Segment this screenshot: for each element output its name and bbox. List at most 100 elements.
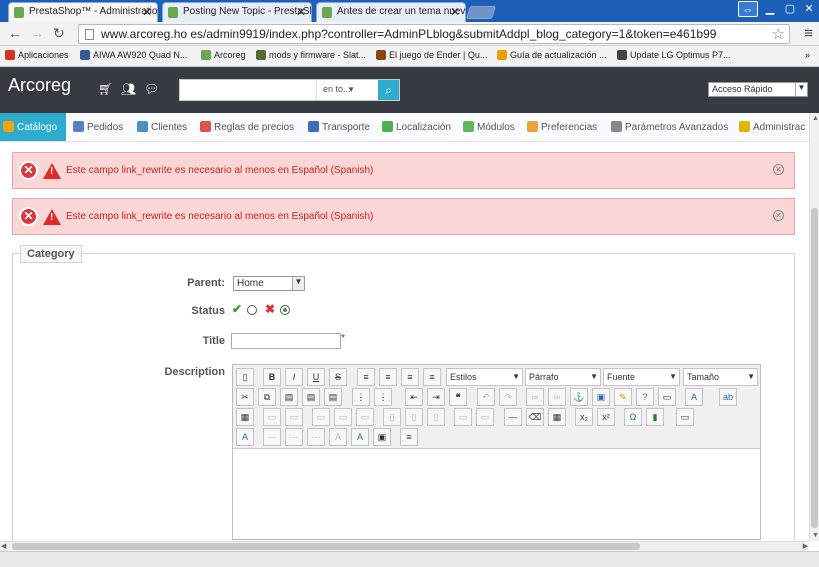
align-center-icon[interactable]: ≡	[379, 368, 397, 386]
minimize-icon[interactable]: ▁	[760, 1, 780, 17]
split-cells-icon[interactable]: ▭	[454, 408, 472, 426]
cart-icon[interactable]: 🛒︎	[98, 82, 113, 96]
parent-select[interactable]: Home ▼	[233, 276, 305, 291]
browser-tab-posting[interactable]: Posting New Topic - PrestaSh ✕	[162, 2, 312, 22]
scroll-down-icon[interactable]: ▼	[812, 532, 819, 539]
help-icon[interactable]: ?	[636, 388, 654, 406]
redo-icon[interactable]: ↷	[499, 388, 517, 406]
merge-cells-icon[interactable]: ▭	[476, 408, 494, 426]
text-color-icon[interactable]: A	[685, 388, 703, 406]
align-justify-icon[interactable]: ≡	[423, 368, 441, 386]
superscript-icon[interactable]: x²	[597, 408, 615, 426]
media-icon[interactable]: ▮	[646, 408, 664, 426]
bookmark-guia[interactable]: Guía de actualización ...	[497, 50, 607, 60]
status-enabled-radio[interactable]	[247, 305, 257, 315]
maximize-icon[interactable]: ▢	[780, 1, 800, 17]
visual-aid-icon[interactable]: ▦	[548, 408, 566, 426]
indent-icon[interactable]: ⇥	[427, 388, 445, 406]
bookmark-star-icon[interactable]: ☆	[772, 25, 785, 43]
paste-word-icon[interactable]: ▤	[324, 388, 342, 406]
cleanup-icon[interactable]: ✎	[614, 388, 632, 406]
remove-format-icon[interactable]: ⌫	[526, 408, 544, 426]
image-icon[interactable]: ▣	[592, 388, 610, 406]
styles-dropdown[interactable]: Estilos ▼	[446, 368, 523, 386]
menu-item-reglas-precios[interactable]: Reglas de precios	[197, 113, 294, 141]
delete-col-icon[interactable]: ▯	[427, 408, 445, 426]
menu-item-pedidos[interactable]: Pedidos	[70, 113, 123, 141]
fullscreen-icon[interactable]: ▭	[676, 408, 694, 426]
vertical-scroll-thumb[interactable]	[811, 208, 818, 528]
anchor-icon[interactable]: ⚓	[570, 388, 588, 406]
scroll-up-icon[interactable]: ▲	[812, 115, 819, 122]
size-dropdown[interactable]: Tamaño ▼	[683, 368, 758, 386]
address-bar[interactable]: www.arcoreg.ho es/admin9919/index.php?co…	[78, 24, 790, 44]
style-props-icon[interactable]: A	[236, 428, 254, 446]
insert-row-before-icon[interactable]: ▭	[312, 408, 330, 426]
vertical-scrollbar[interactable]: ▲ ▼	[809, 113, 819, 541]
delete-text-icon[interactable]: A	[329, 428, 347, 446]
bookmark-aplicaciones[interactable]: Aplicaciones	[5, 50, 69, 60]
back-arrow-icon[interactable]: ←	[8, 25, 22, 41]
reload-icon[interactable]: ↻	[53, 25, 65, 42]
menu-item-administracion[interactable]: Administrac	[736, 113, 805, 141]
status-disabled-radio[interactable]	[280, 305, 290, 315]
window-close-icon[interactable]: ✕	[799, 1, 819, 17]
table-icon[interactable]: ▦	[236, 408, 254, 426]
italic-button[interactable]: I	[285, 368, 303, 386]
new-tab-button[interactable]	[465, 6, 497, 19]
browser-menu-icon[interactable]: ≡	[804, 25, 813, 42]
close-icon[interactable]: ✕	[142, 5, 152, 19]
bold-button[interactable]: B	[263, 368, 281, 386]
shop-brand[interactable]: Arcoreg	[8, 75, 71, 96]
unlink-icon[interactable]: ∞	[548, 388, 566, 406]
delete-row-icon[interactable]: ▭	[356, 408, 374, 426]
format-dropdown[interactable]: Párrafo ▼	[525, 368, 601, 386]
bookmark-arcoreg[interactable]: Arcoreg	[201, 50, 246, 60]
menu-item-parametros[interactable]: Parámetros Avanzados	[608, 113, 728, 141]
horizontal-scroll-thumb[interactable]	[12, 543, 640, 550]
cite-icon[interactable]: ···	[263, 428, 281, 446]
font-dropdown[interactable]: Fuente ▼	[603, 368, 680, 386]
paste-text-icon[interactable]: ▤	[302, 388, 320, 406]
html-source-icon[interactable]: ▭	[658, 388, 676, 406]
menu-item-catalogo[interactable]: Catálogo	[0, 113, 66, 141]
search-input[interactable]	[180, 80, 316, 100]
numbered-list-icon[interactable]: ⋮	[374, 388, 392, 406]
bullet-list-icon[interactable]: ⋮	[352, 388, 370, 406]
row-props-icon[interactable]: ▭	[263, 408, 281, 426]
close-icon[interactable]: ✕	[296, 5, 306, 19]
paste-icon[interactable]: ▤	[280, 388, 298, 406]
browser-tab-prestashop[interactable]: PrestaShop™ - Administratio ✕	[8, 2, 158, 22]
non-breaking-icon[interactable]: ≡	[400, 428, 418, 446]
strikethrough-button[interactable]: S	[329, 368, 347, 386]
align-left-icon[interactable]: ≡	[357, 368, 375, 386]
scroll-right-icon[interactable]: ▶	[803, 542, 808, 550]
close-icon[interactable]: ✕	[773, 210, 784, 221]
messages-icon[interactable]: 💬︎	[144, 82, 159, 96]
editor-content-area[interactable]	[233, 450, 760, 539]
search-button[interactable]: ⌕	[378, 80, 399, 100]
menu-item-clientes[interactable]: Clientes	[134, 113, 187, 141]
underline-button[interactable]: U	[307, 368, 325, 386]
menu-item-localizacion[interactable]: Localización	[379, 113, 451, 141]
menu-item-preferencias[interactable]: Preferencias	[524, 113, 597, 141]
horizontal-rule-icon[interactable]: —	[504, 408, 522, 426]
copy-icon[interactable]: ⧉	[258, 388, 276, 406]
insert-row-after-icon[interactable]: ▭	[334, 408, 352, 426]
scroll-left-icon[interactable]: ◀	[1, 542, 6, 550]
insert-text-icon[interactable]: A	[351, 428, 369, 446]
forward-arrow-icon[interactable]: →	[30, 25, 44, 41]
undo-icon[interactable]: ↶	[477, 388, 495, 406]
link-icon[interactable]: ∞	[526, 388, 544, 406]
cut-icon[interactable]: ✂	[236, 388, 254, 406]
more-bookmarks-icon[interactable]: »	[805, 50, 810, 60]
close-icon[interactable]: ✕	[450, 5, 460, 19]
bookmark-lg[interactable]: Update LG Optimus P7...	[617, 50, 731, 60]
bookmark-mods[interactable]: mods y firmware - Slat...	[256, 50, 366, 60]
background-color-icon[interactable]: ab	[719, 388, 737, 406]
customers-icon[interactable]: 👥︎	[121, 82, 136, 96]
acronym-icon[interactable]: ···	[307, 428, 325, 446]
menu-item-modulos[interactable]: Módulos	[460, 113, 515, 141]
window-switch-icon[interactable]: ⇔	[738, 1, 758, 17]
cell-props-icon[interactable]: ▭	[285, 408, 303, 426]
